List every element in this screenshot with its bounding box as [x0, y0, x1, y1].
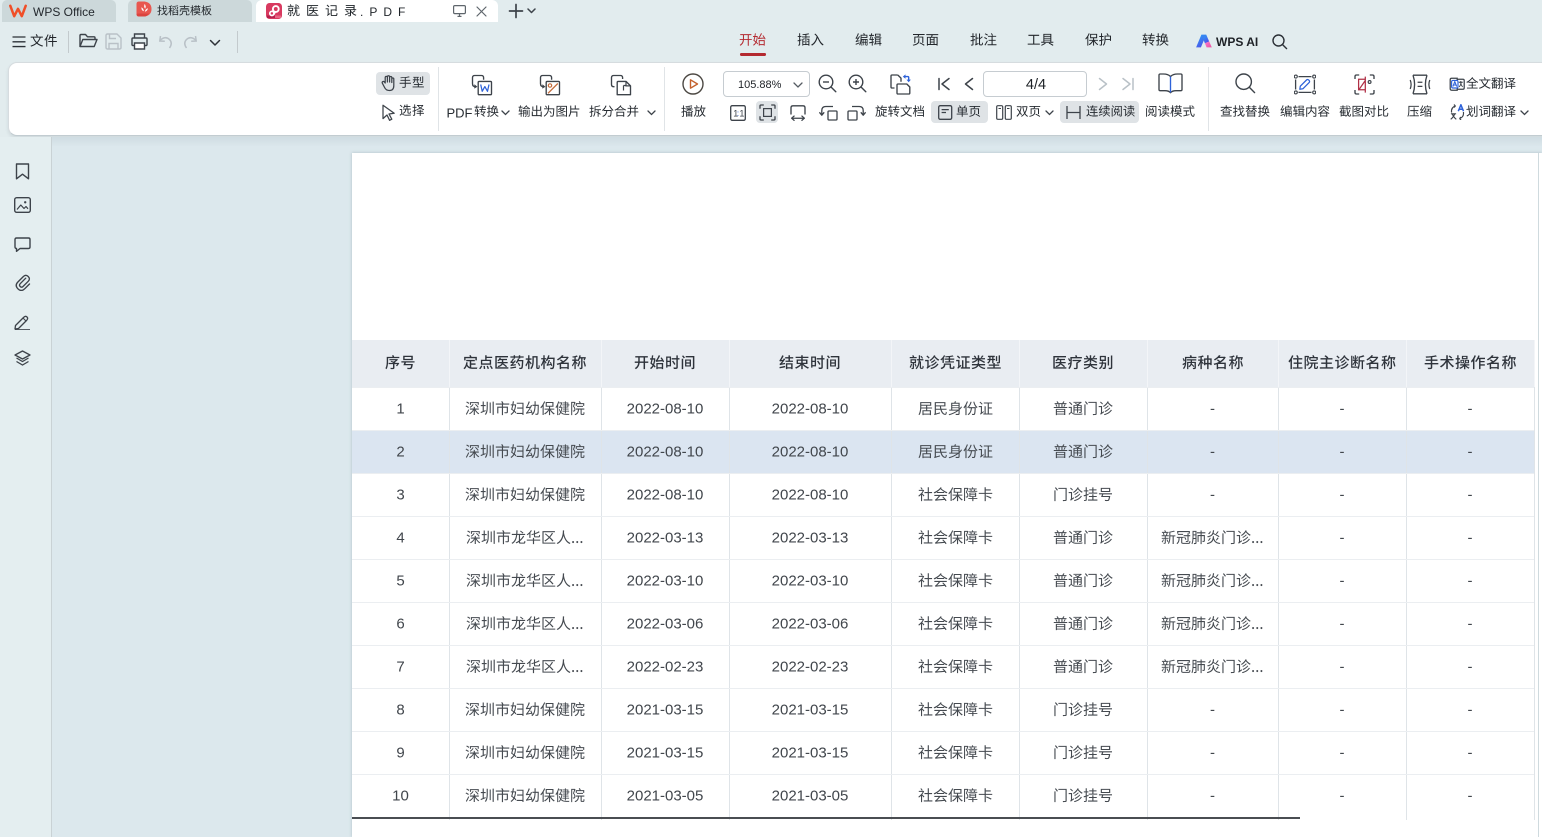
svg-text:1: 1: [739, 108, 744, 118]
